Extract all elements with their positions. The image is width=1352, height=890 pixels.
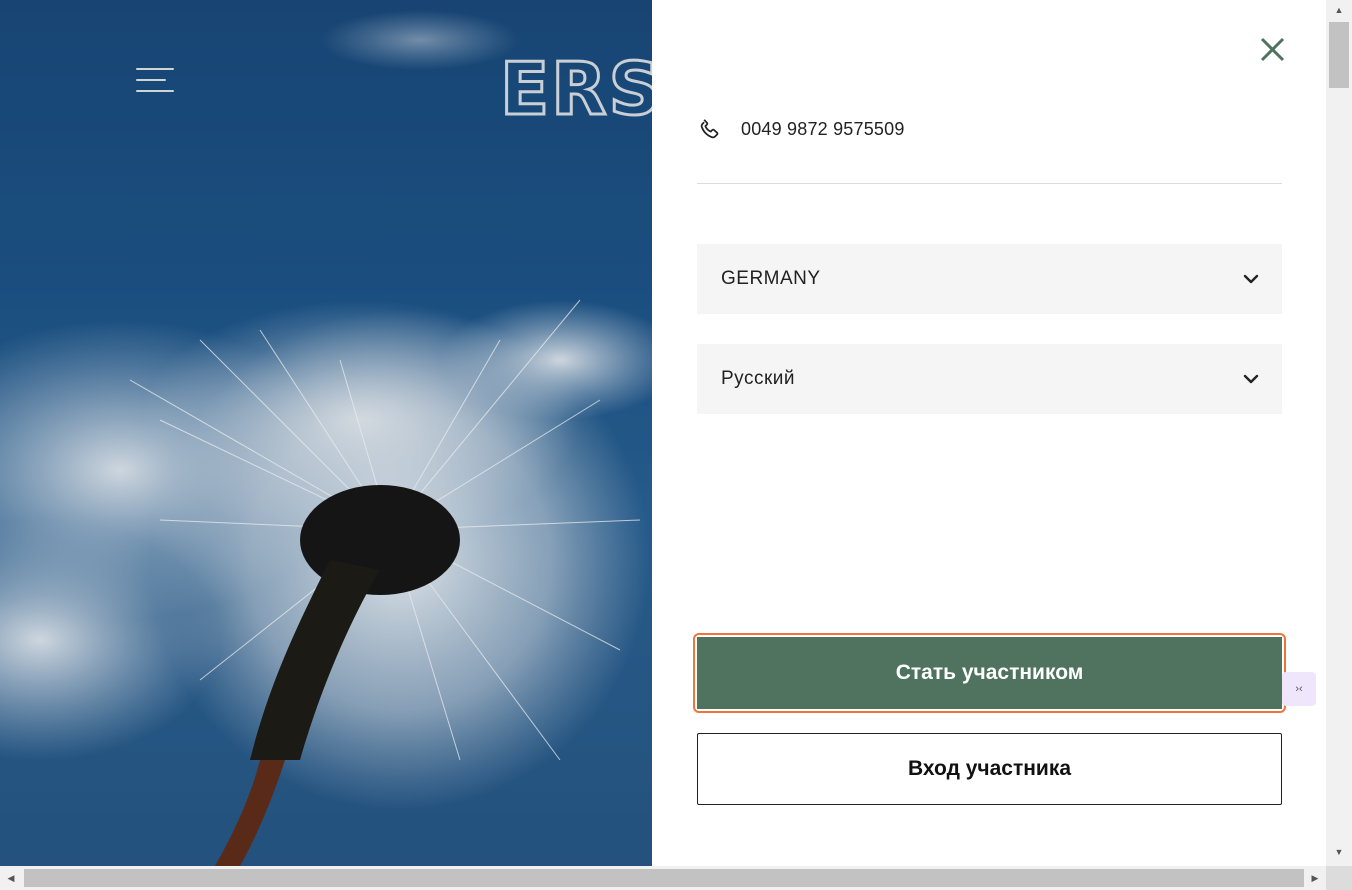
horizontal-scroll-thumb[interactable] xyxy=(24,869,1304,887)
side-menu-panel: 0049 9872 9575509 GERMANY Русский Стать … xyxy=(652,0,1326,866)
vertical-scrollbar[interactable]: ▲ ▼ xyxy=(1326,0,1352,866)
scrollbar-corner xyxy=(1326,866,1352,890)
country-select[interactable]: GERMANY xyxy=(697,244,1282,314)
phone-icon xyxy=(700,119,719,139)
menu-icon-line xyxy=(136,68,174,70)
language-select-value: Русский xyxy=(721,368,795,389)
divider xyxy=(697,183,1282,184)
country-select-value: GERMANY xyxy=(721,268,821,289)
become-member-button[interactable]: Стать участником xyxy=(697,637,1282,709)
menu-button[interactable] xyxy=(134,64,178,98)
scroll-left-arrow-icon[interactable]: ◀ xyxy=(0,866,22,890)
close-button[interactable] xyxy=(1256,34,1286,64)
widget-icon: ›‹ xyxy=(1295,683,1303,695)
phone-link[interactable]: 0049 9872 9575509 xyxy=(697,112,905,146)
chevron-down-icon xyxy=(1243,374,1259,384)
dandelion-image xyxy=(0,10,652,866)
chat-widget-tab[interactable]: ›‹ xyxy=(1282,672,1316,706)
language-select[interactable]: Русский xyxy=(697,344,1282,414)
svg-text:ERSN: ERSN xyxy=(500,52,652,122)
chevron-down-icon xyxy=(1243,274,1259,284)
horizontal-scrollbar[interactable]: ◀ ▶ xyxy=(0,866,1352,890)
scroll-up-arrow-icon[interactable]: ▲ xyxy=(1326,0,1352,20)
vertical-scroll-thumb[interactable] xyxy=(1329,22,1349,88)
member-login-button[interactable]: Вход участника xyxy=(697,733,1282,805)
scroll-right-arrow-icon[interactable]: ▶ xyxy=(1304,866,1326,890)
menu-icon-line xyxy=(136,90,174,92)
scroll-down-arrow-icon[interactable]: ▼ xyxy=(1326,842,1352,862)
hero-background: ERSN xyxy=(0,0,652,866)
menu-icon-line xyxy=(136,79,166,81)
phone-number[interactable]: 0049 9872 9575509 xyxy=(741,119,905,140)
logo-icon: ERSN xyxy=(500,52,652,122)
logo[interactable]: ERSN xyxy=(500,52,652,122)
close-icon xyxy=(1260,37,1285,62)
